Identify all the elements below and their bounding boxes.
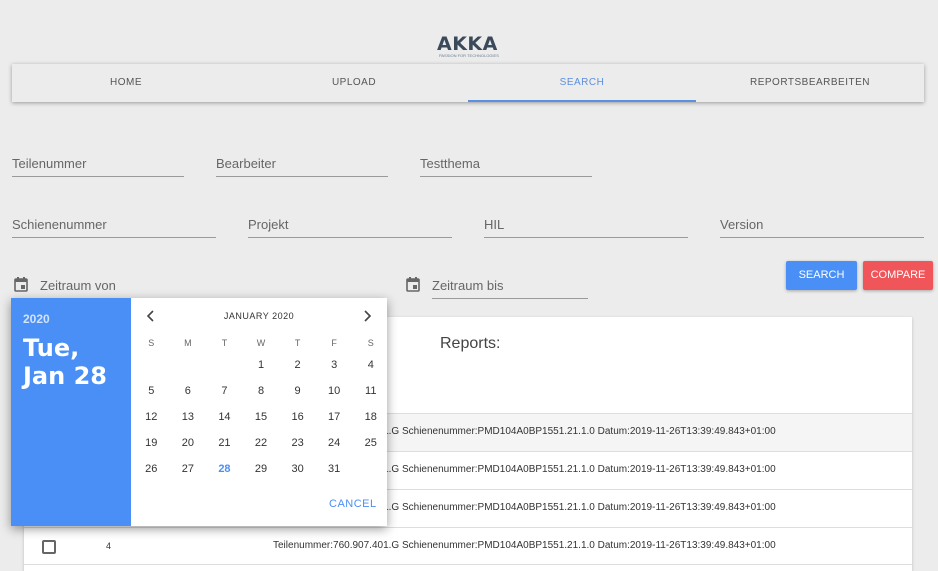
weekday-label: S: [148, 338, 155, 348]
calendar-day[interactable]: 22: [243, 434, 280, 460]
weekday-label: T: [221, 338, 228, 348]
projekt-field[interactable]: Projekt: [248, 216, 452, 238]
date-picker-grid: S M T W T F S 1 2 3 4 5 6 7 8 9 10 11 12…: [133, 338, 389, 486]
zeitraum-von-label: Zeitraum von: [40, 278, 116, 293]
calendar-day[interactable]: 3: [316, 356, 353, 382]
search-button[interactable]: SEARCH: [786, 261, 857, 290]
calendar-day[interactable]: 31: [316, 460, 353, 486]
calendar-icon[interactable]: [406, 277, 420, 292]
date-picker-header: 2020 Tue, Jan 28: [11, 298, 131, 526]
calendar-day[interactable]: 2: [279, 356, 316, 382]
chevron-right-icon[interactable]: [359, 308, 375, 324]
version-field[interactable]: Version: [720, 216, 924, 238]
calendar-day[interactable]: 9: [279, 382, 316, 408]
calendar-day[interactable]: [170, 356, 207, 382]
calendar-day[interactable]: 20: [170, 434, 207, 460]
testthema-field[interactable]: Testthema: [420, 155, 592, 177]
bearbeiter-field[interactable]: Bearbeiter: [216, 155, 388, 177]
calendar-day[interactable]: 25: [352, 434, 389, 460]
row-checkbox[interactable]: [42, 540, 56, 554]
projekt-label: Projekt: [248, 217, 289, 232]
calendar-day[interactable]: 13: [170, 408, 207, 434]
calendar-day[interactable]: 23: [279, 434, 316, 460]
testthema-label: Testthema: [420, 156, 480, 171]
calendar-day[interactable]: 5: [133, 382, 170, 408]
weekday-label: W: [256, 338, 266, 348]
zeitraum-bis-label: Zeitraum bis: [432, 278, 504, 293]
calendar-day[interactable]: 10: [316, 382, 353, 408]
calendar-day[interactable]: [352, 460, 389, 486]
calendar-day[interactable]: 17: [316, 408, 353, 434]
weekday-label: F: [331, 338, 337, 348]
compare-button[interactable]: COMPARE: [863, 261, 933, 290]
calendar-day[interactable]: 15: [243, 408, 280, 434]
calendar-day[interactable]: 18: [352, 408, 389, 434]
hil-field[interactable]: HIL: [484, 216, 688, 238]
calendar-day[interactable]: 27: [170, 460, 207, 486]
calendar-day[interactable]: 6: [170, 382, 207, 408]
nav-reportsbearbeiten[interactable]: REPORTSBEARBEITEN: [696, 64, 924, 102]
schienenummer-field[interactable]: Schienenummer: [12, 216, 216, 238]
schienenummer-label: Schienenummer: [12, 217, 107, 232]
calendar-day-selected[interactable]: 28: [206, 460, 243, 486]
calendar-day[interactable]: 1: [243, 356, 280, 382]
logo-tagline: PASSION FOR TECHNOLOGIES: [439, 53, 499, 58]
date-picker-month: JANUARY 2020: [223, 311, 295, 321]
weekday-header: S M T W T F S: [133, 338, 389, 356]
calendar-week: 12 13 14 15 16 17 18: [133, 408, 389, 434]
zeitraum-von-field[interactable]: Zeitraum von: [40, 277, 196, 299]
calendar-day[interactable]: 29: [243, 460, 280, 486]
nav-search[interactable]: SEARCH: [468, 64, 696, 102]
date-picker-dialog: 2020 Tue, Jan 28 JANUARY 2020 S M T W T …: [11, 298, 387, 526]
calendar-day[interactable]: 21: [206, 434, 243, 460]
calendar-week: 26 27 28 29 30 31: [133, 460, 389, 486]
version-label: Version: [720, 217, 764, 232]
calendar-day[interactable]: 14: [206, 408, 243, 434]
calendar-day[interactable]: 16: [279, 408, 316, 434]
nav-upload[interactable]: UPLOAD: [240, 64, 468, 102]
calendar-day[interactable]: 7: [206, 382, 243, 408]
date-picker-year[interactable]: 2020: [23, 312, 119, 326]
weekday-label: T: [294, 338, 301, 348]
calendar-week: 1 2 3 4: [133, 356, 389, 382]
nav-home[interactable]: HOME: [12, 64, 240, 102]
calendar-day[interactable]: 26: [133, 460, 170, 486]
row-number: 4: [106, 541, 112, 551]
bearbeiter-label: Bearbeiter: [216, 156, 276, 171]
hil-label: HIL: [484, 217, 505, 232]
calendar-day[interactable]: 11: [352, 382, 389, 408]
calendar-day[interactable]: 24: [316, 434, 353, 460]
calendar-icon[interactable]: [14, 277, 28, 292]
weekday-label: M: [184, 338, 192, 348]
calendar-day[interactable]: [206, 356, 243, 382]
cancel-button[interactable]: CANCEL: [329, 498, 377, 510]
main-navbar: HOME UPLOAD SEARCH REPORTSBEARBEITEN: [12, 64, 924, 102]
date-picker-date-line2: Jan 28: [23, 362, 107, 390]
table-row[interactable]: 4 Teilenummer:760.907.401.G Schienenumme…: [24, 527, 912, 565]
teilenummer-field[interactable]: Teilenummer: [12, 155, 184, 177]
weekday-label: S: [367, 338, 374, 348]
logo-text: AKKA: [437, 33, 498, 55]
reports-title: Reports:: [440, 335, 501, 352]
calendar-day[interactable]: 12: [133, 408, 170, 434]
calendar-day[interactable]: 4: [352, 356, 389, 382]
teilenummer-label: Teilenummer: [12, 156, 87, 171]
akka-logo: AKKA PASSION FOR TECHNOLOGIES: [437, 34, 501, 64]
calendar-day[interactable]: 30: [279, 460, 316, 486]
calendar-day[interactable]: 19: [133, 434, 170, 460]
row-text: Teilenummer:760.907.401.G Schienenummer:…: [273, 540, 776, 551]
zeitraum-bis-field[interactable]: Zeitraum bis: [432, 277, 588, 299]
calendar-week: 19 20 21 22 23 24 25: [133, 434, 389, 460]
calendar-week: 5 6 7 8 9 10 11: [133, 382, 389, 408]
date-picker-body: JANUARY 2020 S M T W T F S 1 2 3 4 5 6 7…: [131, 298, 387, 526]
date-picker-date-line1: Tue,: [23, 334, 80, 362]
calendar-day[interactable]: [133, 356, 170, 382]
calendar-day[interactable]: 8: [243, 382, 280, 408]
